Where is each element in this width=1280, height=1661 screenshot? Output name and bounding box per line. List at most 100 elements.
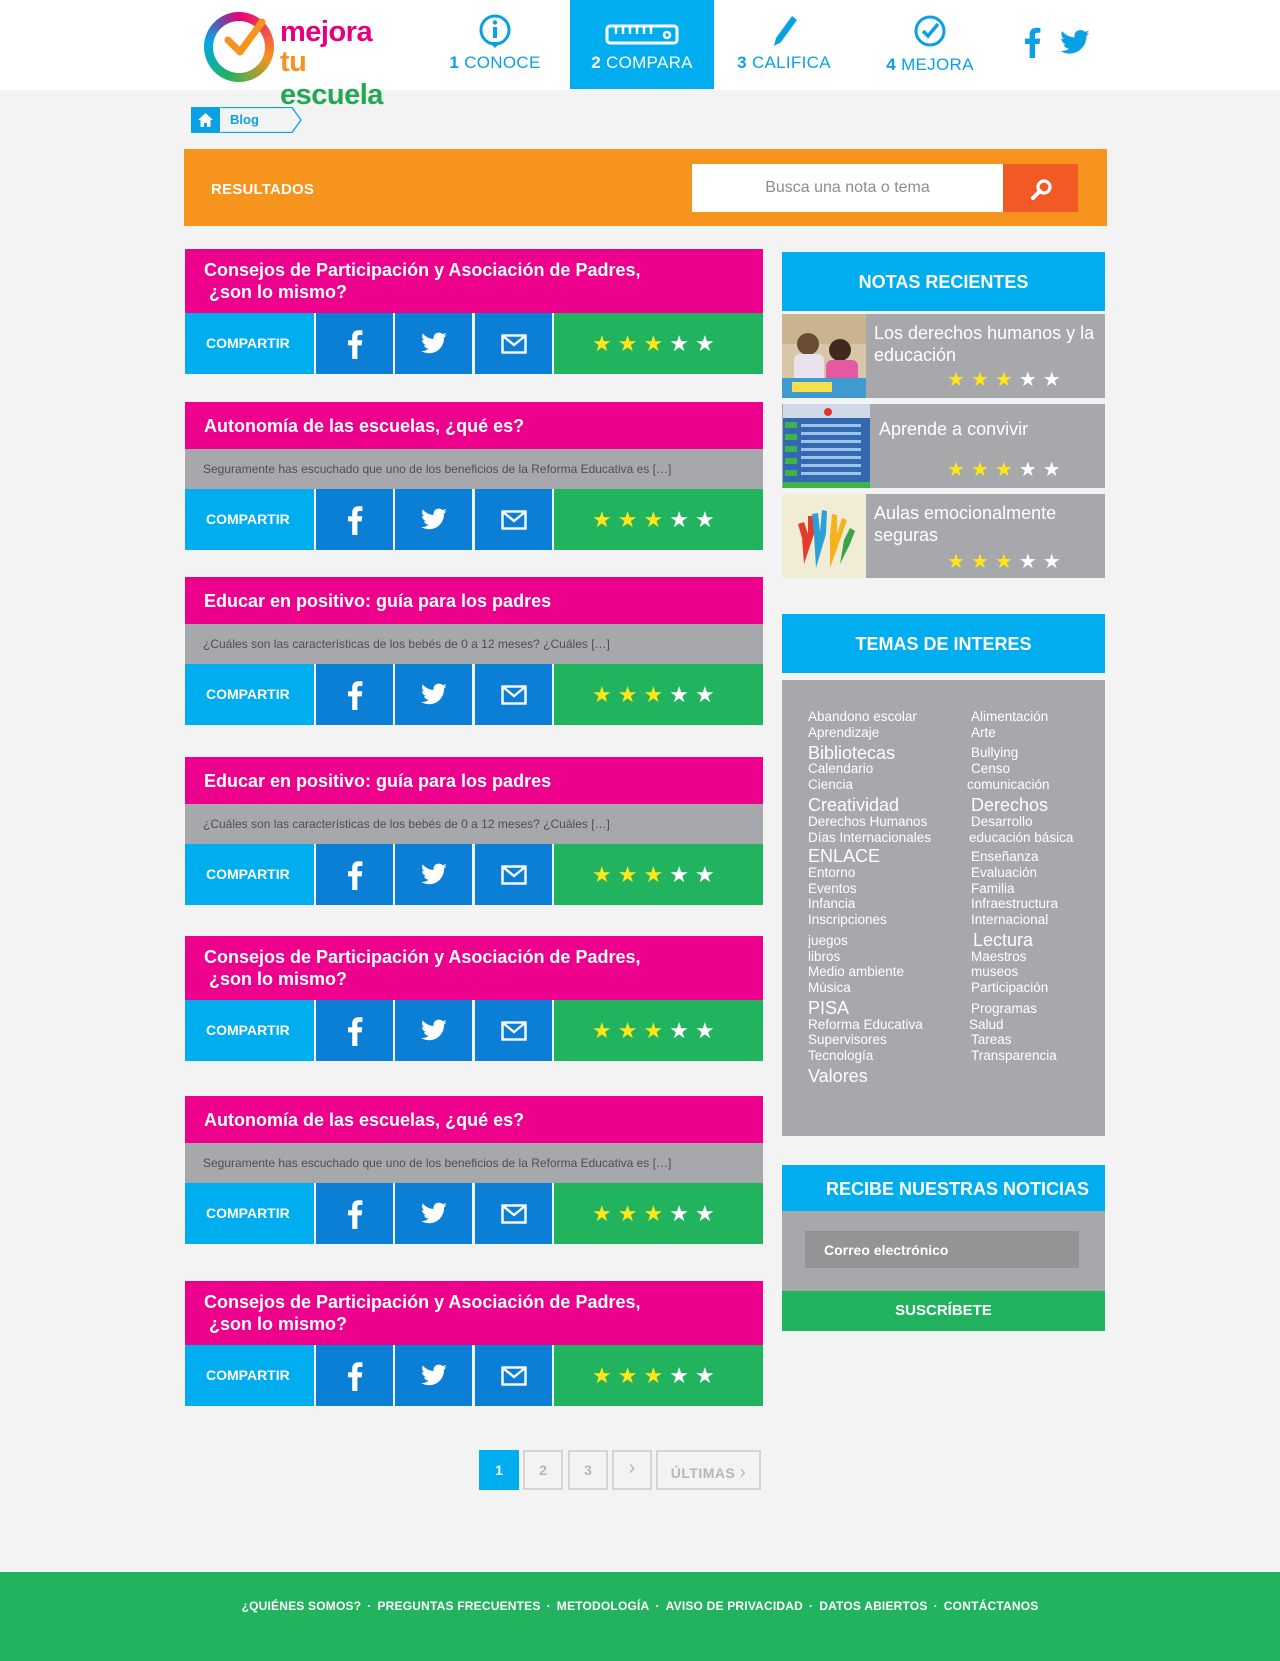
topic-tag[interactable]: Días Internacionales	[808, 830, 931, 846]
facebook-icon[interactable]	[1018, 26, 1048, 58]
topic-tag[interactable]: comunicación	[967, 777, 1050, 793]
topic-tag[interactable]: Derechos	[971, 795, 1048, 815]
topic-tag[interactable]: Arte	[971, 725, 996, 741]
topic-tag[interactable]: Inscripciones	[808, 912, 887, 928]
footer-link[interactable]: METODOLOGÍA	[557, 1599, 650, 1613]
share-facebook-button[interactable]	[316, 489, 393, 550]
post-title[interactable]: Consejos de Participación y Asociación d…	[185, 1281, 763, 1345]
topic-tag[interactable]: libros	[808, 949, 840, 965]
star-icon[interactable]: ★	[618, 1201, 644, 1226]
site-logo[interactable]: mejora tu escuela	[204, 10, 414, 111]
topic-tag[interactable]: Valores	[808, 1066, 868, 1086]
topic-tag[interactable]: Censo	[971, 761, 1010, 777]
topic-tag[interactable]: Alimentación	[971, 709, 1048, 725]
share-email-button[interactable]	[475, 489, 552, 550]
nav-mejora[interactable]: 4 MEJORA	[860, 0, 1000, 89]
star-icon[interactable]: ★	[592, 682, 618, 707]
star-icon[interactable]: ★	[643, 1018, 669, 1043]
recent-note-2[interactable]: Aprende a convivir ★★★★★	[782, 404, 1105, 488]
share-twitter-button[interactable]	[395, 844, 472, 905]
star-icon[interactable]: ★	[618, 1018, 644, 1043]
post-title[interactable]: Autonomía de las escuelas, ¿qué es?	[185, 1096, 763, 1143]
topic-tag[interactable]: Bibliotecas	[808, 743, 895, 763]
recent-note-1[interactable]: Los derechos humanos y la educación ★★★★…	[782, 314, 1105, 398]
post-title[interactable]: Consejos de Participación y Asociación d…	[185, 936, 763, 1000]
star-icon[interactable]: ★	[669, 682, 695, 707]
topic-tag[interactable]: ENLACE	[808, 846, 880, 866]
star-icon[interactable]: ★	[669, 1201, 695, 1226]
star-icon[interactable]: ★	[669, 862, 695, 887]
topic-tag[interactable]: Tareas	[971, 1032, 1012, 1048]
topic-tag[interactable]: Calendario	[808, 761, 873, 777]
topic-tag[interactable]: Ciencia	[808, 777, 853, 793]
topic-tag[interactable]: Enseñanza	[971, 849, 1039, 865]
search-button[interactable]	[1003, 164, 1078, 212]
topic-tag[interactable]: Entorno	[808, 865, 855, 881]
recent-note-3[interactable]: Aulas emocionalmente seguras ★★★★★	[782, 494, 1105, 578]
share-email-button[interactable]	[475, 1345, 552, 1406]
subscribe-button[interactable]: SUSCRÍBETE	[782, 1291, 1105, 1331]
nav-califica[interactable]: 3 CALIFICA	[714, 0, 854, 89]
star-icon[interactable]: ★	[695, 682, 721, 707]
star-icon[interactable]: ★	[618, 1363, 644, 1388]
share-email-button[interactable]	[475, 844, 552, 905]
topic-tag[interactable]: Evaluación	[971, 865, 1037, 881]
breadcrumb-home[interactable]	[191, 107, 220, 133]
footer-link[interactable]: PREGUNTAS FRECUENTES	[377, 1599, 540, 1613]
page-1[interactable]: 1	[479, 1450, 519, 1490]
topic-tag[interactable]: Abandono escolar	[808, 709, 917, 725]
nav-conoce[interactable]: 1 CONOCE	[425, 0, 565, 89]
topic-tag[interactable]: Infancia	[808, 896, 855, 912]
post-title[interactable]: Consejos de Participación y Asociación d…	[185, 249, 763, 313]
footer-link[interactable]: ¿QUIÉNES SOMOS?	[242, 1599, 362, 1613]
share-facebook-button[interactable]	[316, 1000, 393, 1061]
topic-tag[interactable]: Derechos Humanos	[808, 814, 927, 830]
topic-tag[interactable]: Aprendizaje	[808, 725, 879, 741]
star-icon[interactable]: ★	[643, 331, 669, 356]
share-facebook-button[interactable]	[316, 844, 393, 905]
topic-tag[interactable]: Transparencia	[971, 1048, 1057, 1064]
footer-link[interactable]: AVISO DE PRIVACIDAD	[666, 1599, 803, 1613]
topic-tag[interactable]: Maestros	[971, 949, 1027, 965]
star-icon[interactable]: ★	[695, 1018, 721, 1043]
topic-tag[interactable]: Tecnología	[808, 1048, 873, 1064]
share-facebook-button[interactable]	[316, 664, 393, 725]
share-facebook-button[interactable]	[316, 1183, 393, 1244]
next-page-button[interactable]: ›	[612, 1450, 652, 1490]
star-icon[interactable]: ★	[643, 862, 669, 887]
search-input[interactable]	[692, 164, 1003, 212]
star-icon[interactable]: ★	[669, 1018, 695, 1043]
topic-tag[interactable]: Creatividad	[808, 795, 899, 815]
share-twitter-button[interactable]	[395, 664, 472, 725]
page-3[interactable]: 3	[568, 1450, 608, 1490]
star-icon[interactable]: ★	[592, 507, 618, 532]
topic-tag[interactable]: Eventos	[808, 881, 857, 897]
star-icon[interactable]: ★	[592, 862, 618, 887]
topic-tag[interactable]: Participación	[971, 980, 1048, 996]
star-icon[interactable]: ★	[669, 507, 695, 532]
share-twitter-button[interactable]	[395, 489, 472, 550]
footer-link[interactable]: DATOS ABIERTOS	[819, 1599, 927, 1613]
star-icon[interactable]: ★	[643, 1363, 669, 1388]
breadcrumb-blog[interactable]: Blog	[220, 107, 296, 133]
share-twitter-button[interactable]	[395, 1000, 472, 1061]
nav-compara[interactable]: 2 COMPARA	[570, 0, 714, 89]
share-email-button[interactable]	[475, 1000, 552, 1061]
star-icon[interactable]: ★	[618, 331, 644, 356]
email-field[interactable]	[805, 1231, 1079, 1268]
post-title[interactable]: Educar en positivo: guía para los padres	[185, 757, 763, 804]
share-facebook-button[interactable]	[316, 313, 393, 374]
footer-link[interactable]: CONTÁCTANOS	[944, 1599, 1039, 1613]
topic-tag[interactable]: PISA	[808, 998, 849, 1018]
page-2[interactable]: 2	[523, 1450, 563, 1490]
star-icon[interactable]: ★	[618, 507, 644, 532]
topic-tag[interactable]: Bullying	[971, 745, 1018, 761]
topic-tag[interactable]: Infraestructura	[971, 896, 1058, 912]
topic-tag[interactable]: Medio ambiente	[808, 964, 904, 980]
topic-tag[interactable]: Salud	[969, 1017, 1004, 1033]
topic-tag[interactable]: Familia	[971, 881, 1015, 897]
topic-tag[interactable]: educación básica	[969, 830, 1073, 846]
post-title[interactable]: Autonomía de las escuelas, ¿qué es?	[185, 402, 763, 449]
share-facebook-button[interactable]	[316, 1345, 393, 1406]
last-page-button[interactable]: ÚLTIMAS ›	[656, 1450, 761, 1490]
